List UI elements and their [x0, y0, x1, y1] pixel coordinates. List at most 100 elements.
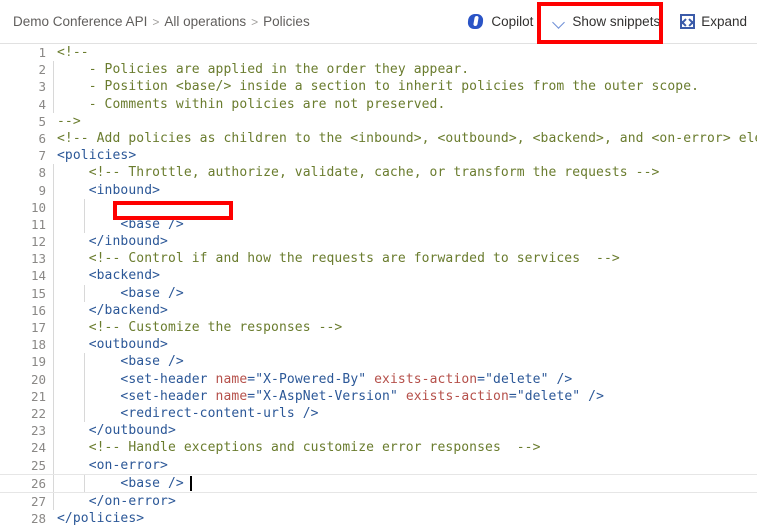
code-line-text: <on-error> — [57, 457, 168, 473]
code-line[interactable]: 7 <policies> — [0, 147, 757, 164]
code-line-text: <set-header name="X-AspNet-Version" exis… — [57, 388, 605, 404]
code-line[interactable]: 23 </outbound> — [0, 422, 757, 440]
code-line[interactable]: 22 <redirect-content-urls /> — [0, 404, 757, 423]
indent-guide — [53, 404, 54, 423]
code-line[interactable]: 13 <!-- Control if and how the requests … — [0, 250, 757, 268]
code-line[interactable]: 28 </policies> — [0, 510, 757, 527]
policy-code-editor[interactable]: 1 <!-- 2 - Policies are applied in the ord… — [0, 44, 757, 528]
code-line[interactable]: 26 <base /> — [0, 473, 757, 493]
line-number: 5 — [38, 113, 46, 129]
code-line[interactable]: 24 <!-- Handle exceptions and customize … — [0, 439, 757, 457]
code-line-text: - Policies are applied in the order they… — [57, 62, 470, 78]
code-line-text: <base /> — [57, 285, 184, 301]
indent-guide — [53, 422, 54, 440]
code-line[interactable]: 6 <!-- Add policies as children to the <i… — [0, 130, 757, 147]
line-number: 8 — [38, 165, 46, 181]
policy-editor-page: Demo Conference API > All operations > P… — [0, 0, 757, 528]
copilot-icon — [467, 13, 485, 30]
code-line-text: </outbound> — [57, 423, 176, 439]
line-number: 4 — [38, 96, 46, 112]
line-number: 14 — [30, 268, 46, 284]
indent-guide — [53, 233, 54, 251]
indent-guide — [84, 198, 86, 216]
code-line[interactable]: 17 <!-- Customize the responses --> — [0, 319, 757, 337]
line-number: 7 — [38, 148, 46, 164]
indent-guide — [53, 474, 54, 492]
line-number: 26 — [30, 475, 46, 491]
code-line-text: - Position <base/> inside a section to i… — [57, 79, 700, 95]
code-line-text: <redirect-content-urls /> — [57, 405, 319, 421]
code-line[interactable]: 8 <!-- Throttle, authorize, validate, ca… — [0, 164, 757, 182]
show-snippets-button[interactable]: Show snippets — [543, 0, 670, 43]
code-line[interactable]: 5 --> — [0, 113, 757, 130]
indent-guide — [53, 267, 54, 285]
code-line-text: <set-header name="X-Powered-By" exists-a… — [57, 371, 573, 387]
code-line-text: </backend> — [57, 302, 168, 318]
code-line[interactable]: 27 </on-error> — [0, 492, 757, 511]
code-line[interactable]: 18 <outbound> — [0, 336, 757, 354]
code-line[interactable]: 16 </backend> — [0, 301, 757, 319]
line-number: 2 — [38, 62, 46, 78]
line-number: 18 — [30, 337, 46, 353]
indent-guide — [53, 164, 54, 182]
code-line[interactable]: 3 - Position <base/> inside a section to… — [0, 78, 757, 96]
expand-button[interactable]: Expand — [670, 0, 757, 43]
indent-guide — [53, 95, 54, 113]
line-number: 12 — [30, 234, 46, 250]
indent-guide — [53, 439, 54, 457]
line-number: 20 — [30, 371, 46, 387]
indent-guide — [53, 78, 54, 96]
code-line[interactable]: 19 <base /> — [0, 353, 757, 371]
code-line[interactable]: 20 <set-header name="X-Powered-By" exist… — [0, 370, 757, 388]
code-line-text: <policies> — [57, 148, 137, 164]
code-line[interactable]: 1 <!-- — [0, 44, 757, 61]
line-number: 21 — [30, 388, 46, 404]
code-line[interactable]: 15 <base /> — [0, 284, 757, 302]
code-line-text: </inbound> — [57, 234, 168, 250]
indent-guide — [53, 181, 54, 199]
code-line-text: <!-- Handle exceptions and customize err… — [57, 440, 541, 456]
code-line-text: <backend> — [57, 268, 161, 284]
expand-button-label: Expand — [701, 14, 747, 29]
line-number: 17 — [30, 320, 46, 335]
line-number: 23 — [30, 423, 46, 439]
code-line-text: <!-- Add policies as children to the <in… — [57, 130, 757, 146]
line-number: 10 — [30, 199, 46, 215]
breadcrumb-item-api[interactable]: Demo Conference API — [13, 14, 147, 29]
code-line-text: <base /> — [57, 354, 184, 370]
code-line[interactable]: 4 - Comments within policies are not pre… — [0, 95, 757, 113]
breadcrumb-separator: > — [251, 14, 259, 29]
code-line[interactable]: 2 - Policies are applied in the order th… — [0, 61, 757, 79]
copilot-button[interactable]: Copilot — [458, 0, 543, 43]
indent-guide — [53, 387, 54, 405]
code-line[interactable]: 10 — [0, 198, 757, 216]
code-lines[interactable]: 1 <!-- 2 - Policies are applied in the ord… — [0, 44, 757, 527]
line-number: 19 — [30, 354, 46, 370]
code-line-text: - Comments within policies are not prese… — [57, 96, 446, 112]
line-number: 28 — [30, 511, 46, 527]
line-number: 11 — [30, 216, 46, 232]
indent-guide — [53, 336, 54, 354]
code-line[interactable]: 12 </inbound> — [0, 233, 757, 251]
show-snippets-button-label: Show snippets — [572, 14, 661, 29]
code-line[interactable]: 14 <backend> — [0, 267, 757, 285]
copilot-button-label: Copilot — [491, 14, 534, 29]
code-line-text: <inbound> — [57, 182, 161, 198]
text-cursor — [189, 475, 192, 491]
indent-guide — [53, 456, 54, 474]
code-line-text: <!-- Throttle, authorize, validate, cach… — [57, 165, 660, 181]
expand-arrows-icon — [680, 14, 696, 29]
code-line[interactable]: 9 <inbound> — [0, 181, 757, 199]
code-line[interactable]: 25 <on-error> — [0, 456, 757, 474]
indent-guide — [53, 215, 54, 234]
indent-guide — [53, 492, 54, 511]
code-line-text: <!-- Customize the responses --> — [57, 320, 343, 335]
line-number: 1 — [38, 45, 46, 60]
code-line-text: <!-- Control if and how the requests are… — [57, 251, 620, 267]
breadcrumb-item-all-operations[interactable]: All operations — [164, 14, 246, 29]
indent-guide — [53, 61, 54, 79]
line-number: 16 — [30, 302, 46, 318]
code-line-text: <outbound> — [57, 337, 168, 353]
code-line[interactable]: 21 <set-header name="X-AspNet-Version" e… — [0, 387, 757, 405]
code-line[interactable]: 11 <base /> — [0, 215, 757, 234]
